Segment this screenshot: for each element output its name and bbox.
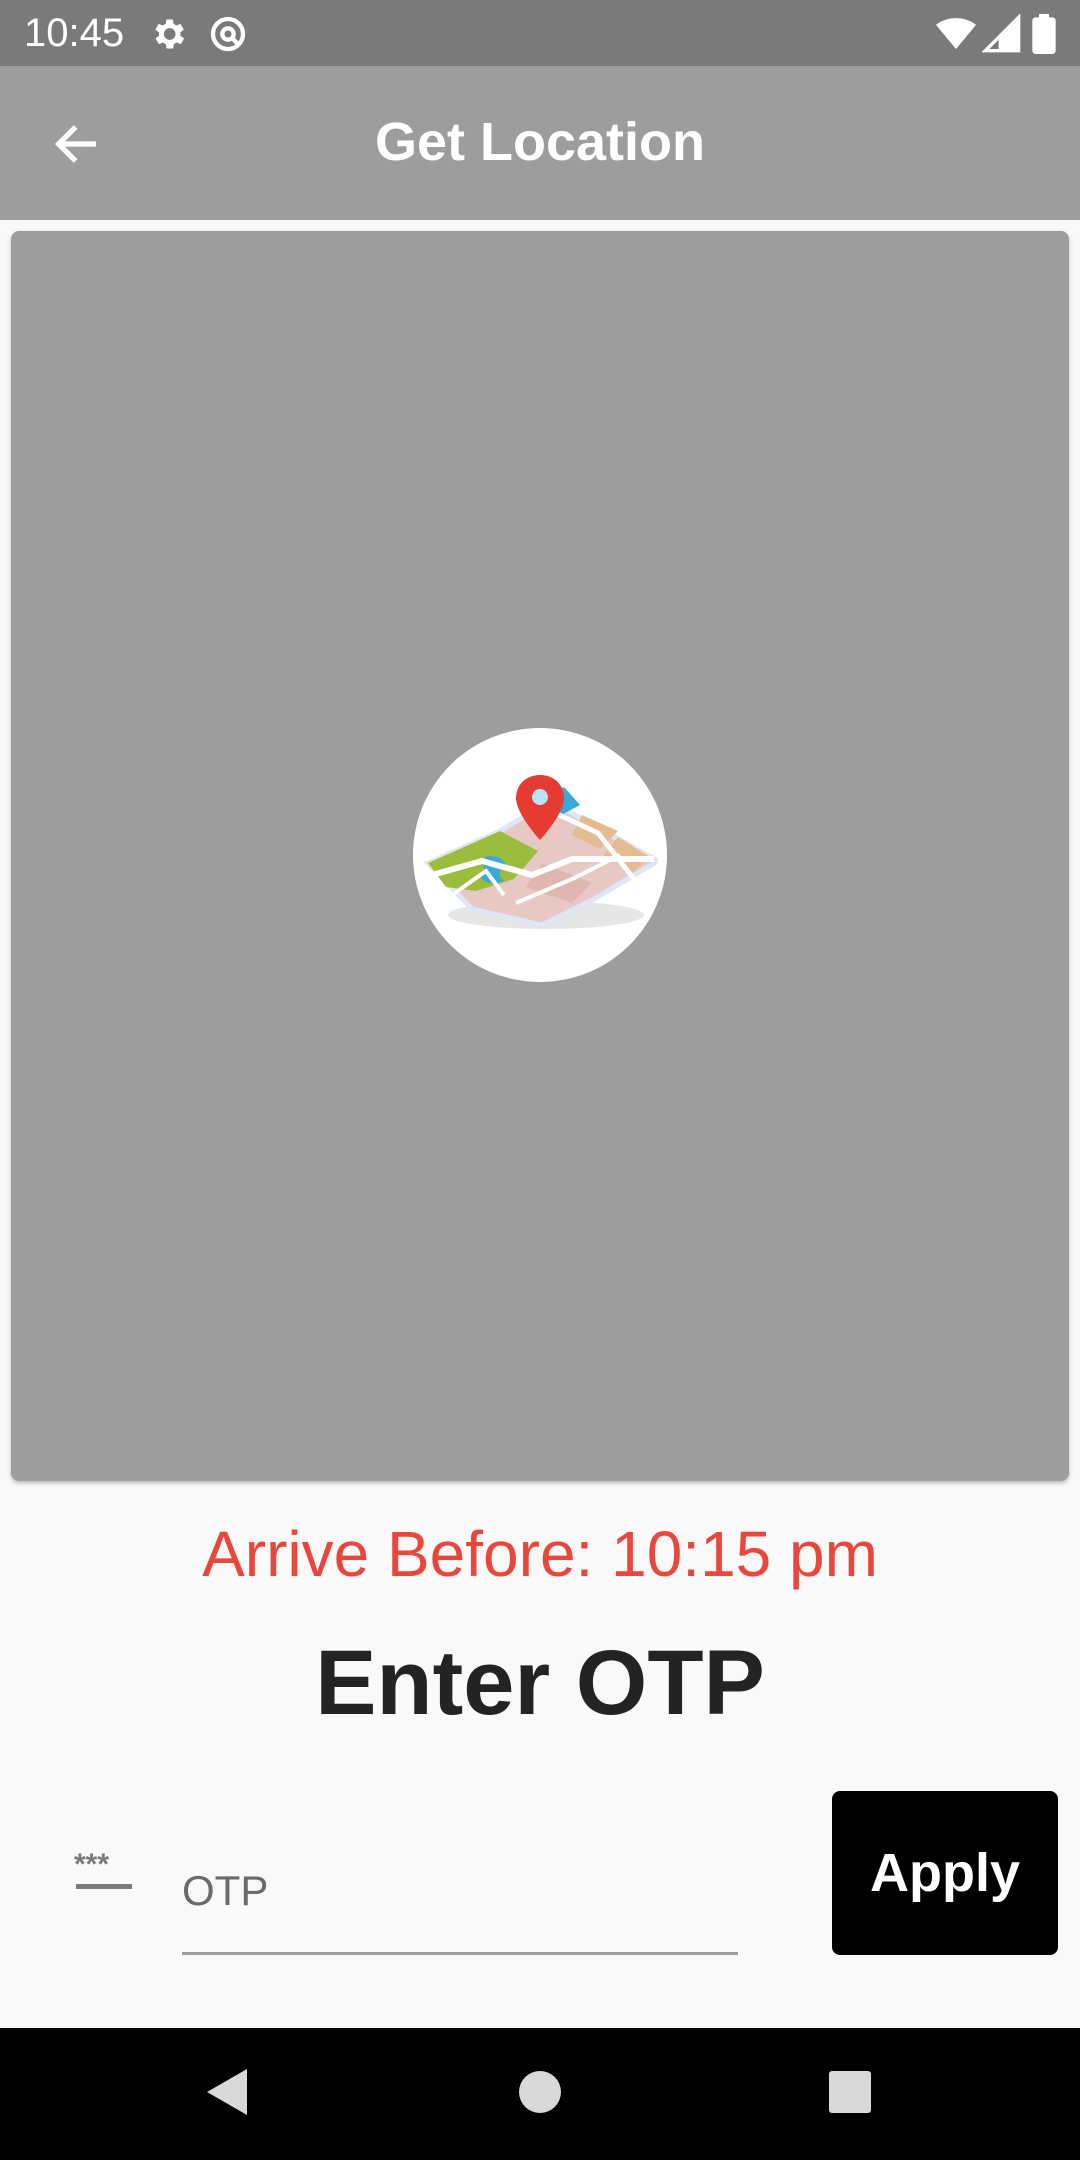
map-pin-illustration (422, 763, 664, 948)
app-bar: Get Location (0, 66, 1080, 220)
nav-back-button[interactable] (190, 2058, 262, 2130)
battery-icon (1030, 14, 1058, 54)
at-sign-icon (208, 14, 248, 54)
otp-heading: Enter OTP (315, 1632, 765, 1734)
svg-text:***: *** (74, 1852, 109, 1881)
recents-square-icon (828, 2070, 872, 2119)
password-icon: *** (74, 1848, 136, 1892)
navigation-bar (0, 2028, 1080, 2160)
arrive-before-text: Arrive Before: 10:15 pm (202, 1518, 878, 1590)
map-view[interactable] (11, 231, 1069, 1481)
status-bar: 10:45 (0, 0, 1080, 66)
status-time: 10:45 (24, 11, 125, 55)
page-title: Get Location (374, 112, 705, 172)
nav-recents-button[interactable] (814, 2058, 886, 2130)
apply-button[interactable]: Apply (832, 1791, 1058, 1955)
map-placeholder (413, 728, 667, 982)
back-triangle-icon (203, 2067, 249, 2122)
home-circle-icon (518, 2070, 562, 2119)
screen: 10:45 Get Location Arrive Before: 10:15 … (0, 0, 1080, 2160)
nav-home-button[interactable] (504, 2058, 576, 2130)
wifi-icon (936, 14, 976, 54)
settings-icon (148, 14, 188, 54)
signal-icon (981, 13, 1022, 54)
otp-input[interactable] (182, 1830, 738, 1955)
